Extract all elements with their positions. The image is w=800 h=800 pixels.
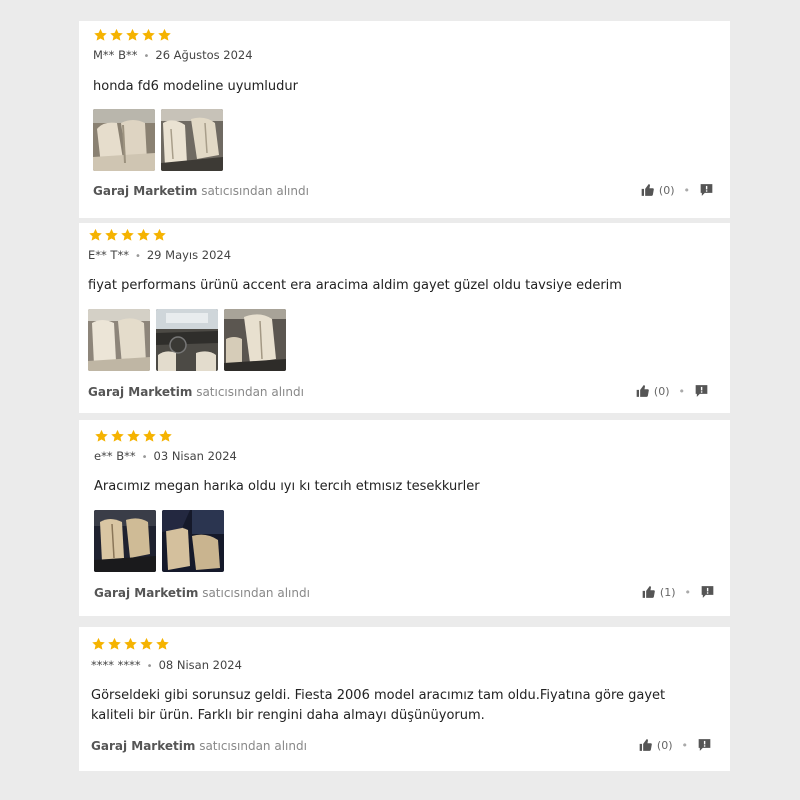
separator-dot: •: [683, 183, 691, 197]
star-icon: [92, 637, 105, 650]
star-icon: [111, 429, 124, 442]
review-text: Aracımız megan harıka oldu ıyı kı tercıh…: [94, 479, 480, 494]
seller-info: Garaj Marketim satıcısından alındı: [94, 586, 310, 600]
report-flag-icon[interactable]: [694, 384, 709, 398]
seller-info: Garaj Marketim satıcısından alındı: [91, 739, 307, 753]
seller-name[interactable]: Garaj Marketim: [94, 586, 198, 600]
review-photo-thumbnail[interactable]: [161, 109, 223, 171]
report-flag-icon[interactable]: [697, 738, 712, 752]
review-card: E** T** • 29 Mayıs 2024 fiyat performans ü…: [79, 223, 730, 413]
like-count: (1): [659, 585, 676, 599]
review-photo-thumbnail[interactable]: [88, 309, 150, 371]
review-author: **** ****: [91, 658, 141, 672]
separator-dot: •: [681, 738, 689, 752]
review-meta: M** B** • 26 Ağustos 2024: [93, 48, 253, 62]
seller-suffix: satıcısından alındı: [197, 184, 309, 198]
star-icon: [137, 228, 150, 241]
star-icon: [105, 228, 118, 241]
review-card: **** **** • 08 Nisan 2024 Görseldeki gibi …: [79, 627, 730, 771]
rating-stars: [93, 28, 172, 42]
separator-dot: •: [684, 585, 692, 599]
seller-name[interactable]: Garaj Marketim: [93, 184, 197, 198]
review-photo-thumbnail[interactable]: [93, 109, 155, 171]
star-icon: [95, 429, 108, 442]
review-text: fiyat performans ürünü accent era aracim…: [88, 278, 622, 293]
review-actions: (0) •: [638, 738, 712, 752]
star-icon: [89, 228, 102, 241]
thumbs-up-icon[interactable]: [638, 738, 653, 752]
star-icon: [124, 637, 137, 650]
report-flag-icon[interactable]: [699, 183, 714, 197]
seller-name[interactable]: Garaj Marketim: [91, 739, 195, 753]
review-photo-thumbnail[interactable]: [224, 309, 286, 371]
review-card: M** B** • 26 Ağustos 2024 honda fd6 modeli…: [79, 21, 730, 218]
separator-dot: •: [143, 51, 150, 62]
thumbs-up-icon[interactable]: [635, 384, 650, 398]
rating-stars: [91, 637, 170, 651]
star-icon: [143, 429, 156, 442]
review-author: M** B**: [93, 48, 138, 62]
review-photos: [93, 109, 223, 171]
separator-dot: •: [134, 251, 141, 262]
review-photo-thumbnail[interactable]: [94, 510, 156, 572]
separator-dot: •: [678, 384, 686, 398]
seller-info: Garaj Marketim satıcısından alındı: [93, 184, 309, 198]
rating-stars: [94, 429, 173, 443]
review-meta: **** **** • 08 Nisan 2024: [91, 658, 242, 672]
like-count: (0): [653, 384, 670, 398]
like-count: (0): [658, 183, 675, 197]
review-date: 26 Ağustos 2024: [155, 48, 253, 62]
star-icon: [158, 28, 171, 41]
review-text: Görseldeki gibi sorunsuz geldi. Fiesta 2…: [91, 688, 666, 723]
thumbs-up-icon[interactable]: [640, 183, 655, 197]
like-count: (0): [656, 738, 673, 752]
thumbs-up-icon[interactable]: [641, 585, 656, 599]
report-flag-icon[interactable]: [700, 585, 715, 599]
star-icon: [110, 28, 123, 41]
review-photos: [94, 510, 224, 572]
star-icon: [142, 28, 155, 41]
seller-suffix: satıcısından alındı: [198, 586, 310, 600]
star-icon: [94, 28, 107, 41]
star-icon: [121, 228, 134, 241]
review-photos: [88, 309, 286, 371]
review-actions: (0) •: [635, 384, 709, 398]
review-card: e** B** • 03 Nisan 2024 Aracımız megan har…: [79, 420, 730, 616]
star-icon: [126, 28, 139, 41]
star-icon: [153, 228, 166, 241]
star-icon: [159, 429, 172, 442]
review-photo-thumbnail[interactable]: [162, 510, 224, 572]
seller-suffix: satıcısından alındı: [192, 385, 304, 399]
seller-suffix: satıcısından alındı: [195, 739, 307, 753]
review-author: e** B**: [94, 449, 136, 463]
review-text: honda fd6 modeline uyumludur: [93, 79, 298, 94]
star-icon: [127, 429, 140, 442]
separator-dot: •: [146, 661, 153, 672]
star-icon: [108, 637, 121, 650]
review-photo-thumbnail[interactable]: [156, 309, 218, 371]
review-meta: e** B** • 03 Nisan 2024: [94, 449, 237, 463]
review-date: 03 Nisan 2024: [153, 449, 237, 463]
seller-name[interactable]: Garaj Marketim: [88, 385, 192, 399]
review-date: 08 Nisan 2024: [158, 658, 242, 672]
star-icon: [156, 637, 169, 650]
separator-dot: •: [141, 452, 148, 463]
review-author: E** T**: [88, 248, 129, 262]
review-actions: (0) •: [640, 183, 714, 197]
seller-info: Garaj Marketim satıcısından alındı: [88, 385, 304, 399]
star-icon: [140, 637, 153, 650]
review-date: 29 Mayıs 2024: [146, 248, 232, 262]
review-actions: (1) •: [641, 585, 715, 599]
rating-stars: [88, 228, 167, 242]
review-meta: E** T** • 29 Mayıs 2024: [88, 248, 231, 262]
